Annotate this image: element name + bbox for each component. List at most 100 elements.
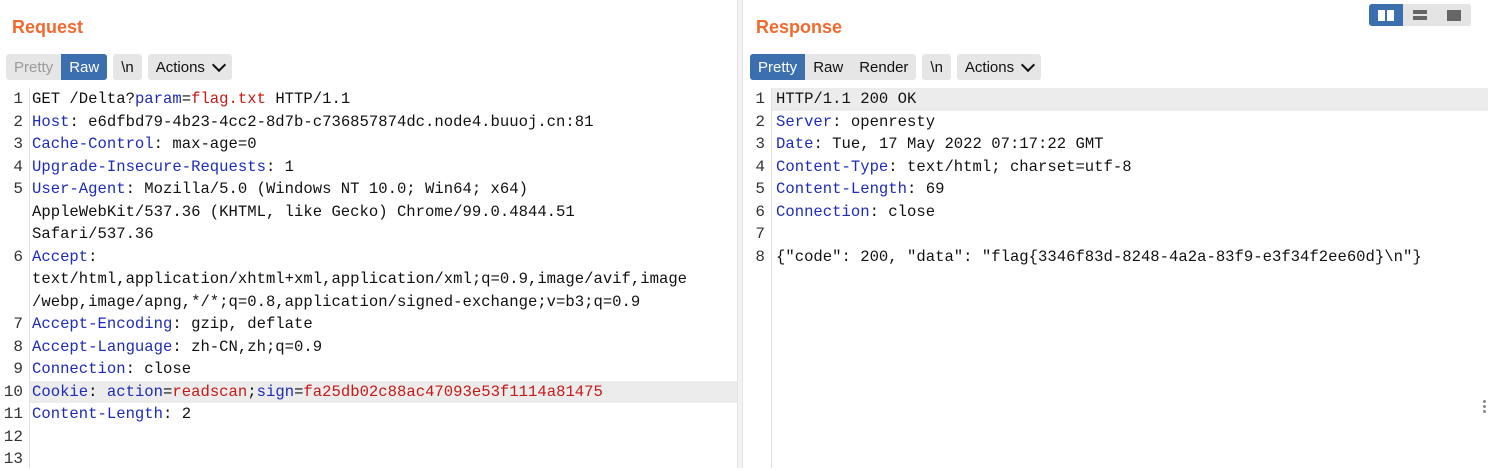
response-pane: Response Pretty Raw Render \n Actions 1 … — [743, 0, 1488, 468]
request-actions-button[interactable]: Actions — [148, 54, 232, 80]
token-text: Safari/537.36 — [32, 225, 154, 243]
response-line[interactable]: 6 Connection: close — [743, 201, 1488, 224]
line-number: 6 — [13, 247, 23, 266]
response-newline-toggle: \n — [922, 54, 951, 80]
response-line[interactable]: 8 {"code": 200, "data": "flag{3346f83d-82… — [743, 246, 1488, 269]
request-tab-raw[interactable]: Raw — [61, 54, 108, 80]
response-tab-render[interactable]: Render — [851, 54, 916, 80]
chevron-down-icon — [211, 57, 226, 72]
response-actions-button[interactable]: Actions — [957, 54, 1041, 80]
request-line[interactable]: 13 — [0, 448, 737, 471]
request-tab-pretty[interactable]: Pretty — [6, 54, 61, 80]
token-key: Host — [32, 112, 70, 131]
request-newline-toggle: \n — [113, 54, 142, 80]
request-line[interactable]: 5 User-Agent: Mozilla/5.0 (Windows NT 10.… — [0, 178, 737, 201]
request-line[interactable]: /webp,image/apng,*/*;q=0.8,application/s… — [0, 291, 737, 314]
token-text: : 2 — [163, 405, 192, 423]
request-line[interactable]: 7 Accept-Encoding: gzip, deflate — [0, 313, 737, 336]
response-editor[interactable]: 1 HTTP/1.1 200 OK 2 Server: openresty 3 Date:… — [743, 88, 1488, 468]
horizontal-view-icon — [1413, 10, 1427, 20]
token-text: : text/html; charset=utf-8 — [888, 157, 1132, 176]
line-number: 13 — [3, 450, 23, 468]
line-code: Content-Length: 69 — [776, 178, 944, 201]
response-line[interactable]: 1 HTTP/1.1 200 OK — [755, 88, 1488, 111]
response-title: Response — [756, 17, 843, 37]
line-number: 9 — [13, 360, 23, 378]
response-toolbar: Pretty Raw Render \n Actions — [750, 54, 1042, 80]
layout-split-button[interactable] — [1369, 4, 1403, 26]
token-text: : 69 — [907, 180, 945, 198]
line-number: 12 — [3, 427, 23, 446]
line-code: Connection: close — [32, 358, 191, 381]
response-tab-pretty[interactable]: Pretty — [750, 54, 806, 80]
token-text: : close — [869, 202, 936, 221]
token-key: Connection — [32, 360, 126, 378]
request-editor[interactable]: 1 GET /Delta?param=flag.txt HTTP/1.1 2 Host… — [0, 88, 737, 468]
token-text: = — [163, 382, 173, 401]
line-number: 2 — [755, 112, 765, 131]
response-newline-button[interactable]: \n — [922, 54, 951, 80]
token-text: /webp,image/apng,*/*;q=0.8,application/s… — [32, 292, 641, 311]
request-line[interactable]: text/html,application/xhtml+xml,applicat… — [0, 268, 737, 291]
line-code: Date: Tue, 17 May 2022 07:17:22 GMT — [776, 133, 1104, 156]
line-code: /webp,image/apng,*/*;q=0.8,application/s… — [32, 291, 640, 314]
token-key: sign — [256, 382, 295, 401]
token-text: : — [88, 382, 107, 401]
response-line[interactable]: 7 — [743, 223, 1488, 246]
line-code: Upgrade-Insecure-Requests: 1 — [32, 156, 294, 179]
response-format-tabs: Pretty Raw Render — [750, 54, 917, 80]
response-actions-menu: Actions — [956, 54, 1042, 80]
token-text: text/html,application/xhtml+xml,applicat… — [32, 270, 688, 288]
request-line[interactable]: 9 Connection: close — [0, 358, 737, 381]
line-code: Accept-Encoding: gzip, deflate — [32, 313, 313, 336]
token-text: : gzip, deflate — [172, 315, 313, 333]
request-line[interactable]: 6 Accept: — [0, 246, 737, 269]
request-line[interactable]: 11 Content-Length: 2 — [0, 403, 737, 426]
request-line[interactable]: 4 Upgrade-Insecure-Requests: 1 — [0, 156, 737, 179]
request-line[interactable]: Safari/537.36 — [0, 223, 737, 246]
line-code: Server: openresty — [776, 111, 935, 134]
token-text: : e6dfbd79-4b23-4cc2-8d7b-c736857874dc.n… — [69, 112, 594, 131]
response-line[interactable]: 3 Date: Tue, 17 May 2022 07:17:22 GMT — [743, 133, 1488, 156]
response-line[interactable]: 5 Content-Length: 69 — [743, 178, 1488, 201]
response-tab-raw[interactable]: Raw — [805, 54, 851, 80]
line-number: 4 — [755, 157, 765, 176]
response-line[interactable]: 2 Server: openresty — [743, 111, 1488, 134]
token-text: GET /Delta? — [32, 90, 135, 108]
request-line[interactable]: AppleWebKit/537.36 (KHTML, like Gecko) C… — [0, 201, 737, 224]
line-number: 6 — [755, 202, 765, 221]
line-code: GET /Delta?param=flag.txt HTTP/1.1 — [32, 88, 350, 111]
layout-rows-button[interactable] — [1403, 4, 1437, 26]
response-line[interactable]: 4 Content-Type: text/html; charset=utf-8 — [743, 156, 1488, 179]
request-newline-button[interactable]: \n — [113, 54, 142, 80]
request-line[interactable]: 8 Accept-Language: zh-CN,zh;q=0.9 — [0, 336, 737, 359]
request-line[interactable]: 2 Host: e6dfbd79-4b23-4cc2-8d7b-c73685787… — [0, 111, 737, 134]
token-text: : close — [125, 360, 192, 378]
line-number: 8 — [13, 337, 23, 356]
line-code: Cookie: action=readscan;sign=fa25db02c88… — [32, 381, 603, 404]
line-number: 3 — [13, 135, 23, 153]
request-actions-menu: Actions — [147, 54, 232, 80]
layout-single-button[interactable] — [1437, 4, 1471, 26]
token-key: Content-Length — [32, 405, 164, 423]
request-line[interactable]: 12 — [0, 426, 737, 449]
line-number: 11 — [3, 405, 23, 423]
line-code: Cache-Control: max-age=0 — [32, 133, 257, 156]
line-code: Accept: — [32, 246, 98, 269]
token-key: Accept-Language — [32, 337, 173, 356]
response-actions-label: Actions — [964, 58, 1015, 76]
token-text: = — [181, 90, 192, 108]
token-key: param — [134, 90, 182, 108]
token-key: Accept-Encoding — [32, 315, 173, 333]
request-line[interactable]: 10 Cookie: action=readscan;sign=fa25db02c… — [4, 380, 737, 404]
request-line[interactable]: 1 GET /Delta?param=flag.txt HTTP/1.1 — [0, 88, 737, 111]
request-line[interactable]: 3 Cache-Control: max-age=0 — [0, 133, 737, 156]
token-text: AppleWebKit/537.36 (KHTML, like Gecko) C… — [32, 202, 575, 221]
resize-handle-icon[interactable] — [1483, 398, 1487, 415]
token-text: : Tue, 17 May 2022 07:17:22 GMT — [813, 135, 1104, 153]
token-text: : 1 — [265, 157, 295, 176]
token-key: Accept — [32, 247, 89, 266]
line-code: Connection: close — [776, 201, 935, 224]
line-number: 8 — [755, 247, 765, 266]
token-key: Date — [776, 135, 814, 153]
